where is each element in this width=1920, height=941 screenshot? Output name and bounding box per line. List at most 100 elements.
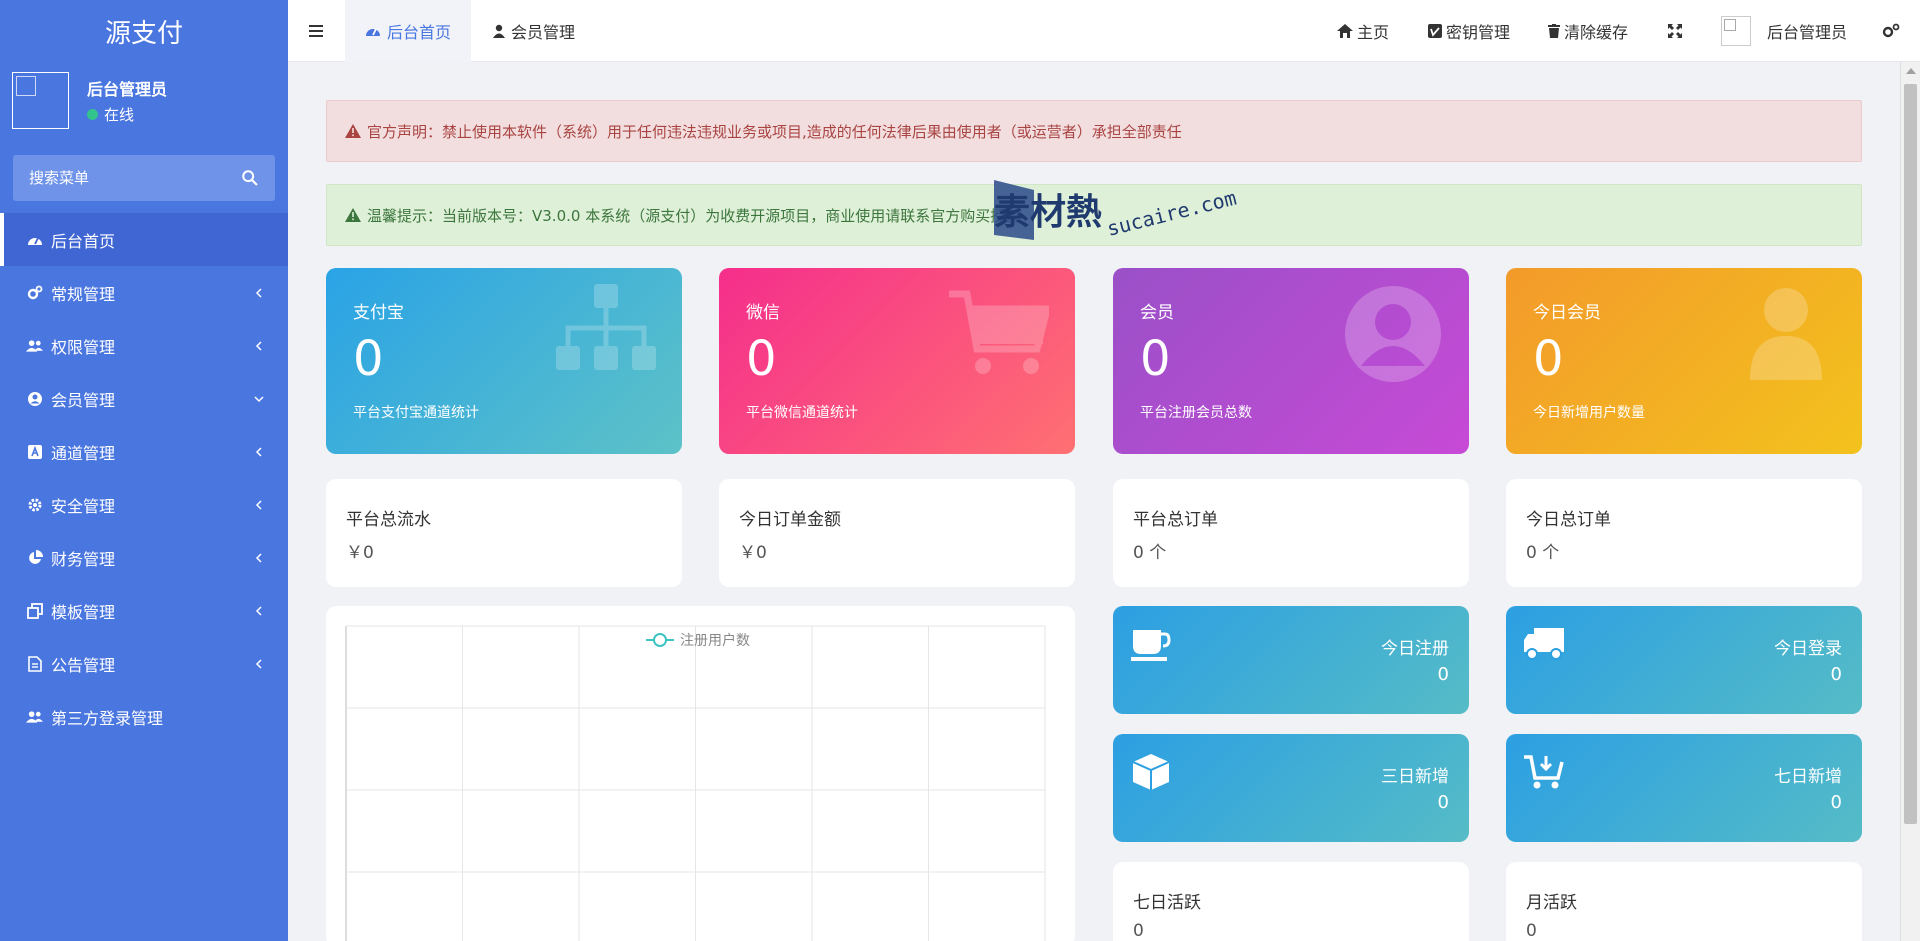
info-value: 0 [1133, 921, 1144, 941]
sidebar-item-third-party-login[interactable]: 第三方登录管理 [0, 690, 288, 743]
stat-desc: 今日新增用户数量 [1533, 404, 1645, 421]
mini-title: 今日注册 [1381, 639, 1449, 659]
user-icon [493, 24, 505, 38]
info-value: 0 [1526, 921, 1537, 941]
mini-card-today-login: 今日登录 0 [1506, 606, 1862, 714]
sidebar-item-label: 公告管理 [51, 655, 116, 675]
sidebar-item-channel[interactable]: 通道管理 [0, 425, 288, 478]
admin-user-menu[interactable]: 后台管理员 [1721, 0, 1847, 62]
sidebar-item-notice[interactable]: 公告管理 [0, 637, 288, 690]
sidebar-item-template[interactable]: 模板管理 [0, 584, 288, 637]
scrollbar[interactable] [1900, 62, 1920, 941]
sidebar-item-dashboard[interactable]: 后台首页 [0, 213, 288, 266]
sidebar-item-label: 财务管理 [51, 549, 116, 569]
dashboard-icon [26, 231, 43, 248]
stat-card-member: 会员 0 平台注册会员总数 [1113, 268, 1469, 454]
chevron-down-icon [254, 395, 264, 402]
watermark-subtext: sucaire.com [1104, 186, 1238, 241]
sidebar-item-label: 后台首页 [51, 231, 116, 251]
info-title: 月活跃 [1526, 893, 1577, 913]
users-icon [26, 337, 43, 354]
watermark-logo: 素材熱 sucaire.com [994, 180, 1239, 241]
mini-title: 七日新增 [1774, 767, 1842, 787]
sidebar-item-label: 会员管理 [51, 390, 116, 410]
sidebar-item-label: 第三方登录管理 [51, 708, 164, 728]
user-icon [1750, 288, 1822, 380]
fullscreen-button[interactable] [1668, 0, 1682, 62]
chevron-left-icon [255, 499, 262, 510]
coffee-icon [1131, 630, 1171, 661]
chart-grid [345, 625, 1046, 941]
mini-card-seven-day-new: 七日新增 0 [1506, 734, 1862, 842]
stat-desc: 平台支付宝通道统计 [353, 404, 479, 421]
avatar [12, 72, 69, 129]
mini-value: 0 [1437, 792, 1449, 813]
chevron-left-icon [255, 287, 262, 298]
stat-desc: 平台微信通道统计 [746, 404, 858, 421]
settings-button[interactable] [1882, 0, 1900, 62]
tab-member-management[interactable]: 会员管理 [473, 0, 595, 62]
info-card-total-flow: 平台总流水 ￥0 [326, 479, 682, 587]
key-management-link[interactable]: 密钥管理 [1428, 0, 1510, 62]
sidebar-menu: 后台首页 常规管理 权限管理 会员管理 通道管理 安全管理 财务管理 模板管理 … [0, 213, 288, 743]
sidebar-item-label: 常规管理 [51, 284, 116, 304]
home-link[interactable]: 主页 [1337, 0, 1389, 62]
sidebar-item-finance[interactable]: 财务管理 [0, 531, 288, 584]
clear-cache-link[interactable]: 清除缓存 [1548, 0, 1628, 62]
sidebar-toggle-button[interactable] [288, 0, 344, 62]
sidebar-search [13, 155, 275, 201]
dashboard-icon [366, 28, 380, 36]
sitemap-icon [556, 284, 656, 370]
search-menu-input[interactable] [29, 169, 241, 187]
stat-card-wechat: 微信 0 平台微信通道统计 [719, 268, 1075, 454]
info-value: ￥0 [346, 543, 374, 563]
admin-name: 后台管理员 [1767, 23, 1848, 42]
info-card-today-orders: 今日总订单 0 个 [1506, 479, 1862, 587]
watermark-text: 素材熱 [994, 192, 1102, 233]
info-card-total-orders: 平台总订单 0 个 [1113, 479, 1469, 587]
cogs-icon [1882, 23, 1900, 38]
cart-download-icon [1524, 755, 1564, 789]
mini-card-three-day-new: 三日新增 0 [1113, 734, 1469, 842]
chart-legend[interactable]: 注册用户数 [646, 632, 750, 649]
chart-card: 注册用户数 [326, 606, 1075, 941]
channel-icon [26, 443, 43, 460]
search-icon[interactable] [241, 169, 259, 187]
gear-icon [26, 496, 43, 513]
sidebar-item-security[interactable]: 安全管理 [0, 478, 288, 531]
user-panel: 后台管理员 在线 [12, 72, 276, 132]
fullscreen-icon [1668, 24, 1682, 38]
clear-cache-label: 清除缓存 [1564, 23, 1629, 42]
info-card-seven-day-active: 七日活跃 0 [1113, 862, 1469, 941]
mini-value: 0 [1830, 664, 1842, 685]
sidebar-item-member[interactable]: 会员管理 [0, 372, 288, 425]
brand-title: 源支付 [104, 18, 183, 49]
stat-desc: 平台注册会员总数 [1140, 404, 1252, 421]
alert-text: 温馨提示：当前版本号：V3.0.0 本系统（源支付）为收费开源项目，商业使用请联… [367, 206, 1021, 225]
sidebar: 源支付 后台管理员 在线 后台首页 常规管理 权限管理 会员管理 [0, 0, 288, 941]
legend-label: 注册用户数 [680, 632, 750, 649]
chevron-left-icon [255, 605, 262, 616]
clone-icon [26, 602, 43, 619]
mini-card-today-register: 今日注册 0 [1113, 606, 1469, 714]
stat-card-today-member: 今日会员 0 今日新增用户数量 [1506, 268, 1862, 454]
registration-line-chart: 注册用户数 [345, 625, 1046, 941]
sidebar-item-label: 模板管理 [51, 602, 116, 622]
info-title: 七日活跃 [1133, 893, 1201, 913]
tab-dashboard[interactable]: 后台首页 [345, 0, 472, 62]
main-content: 官方声明：禁止使用本软件（系统）用于任何违法违规业务或项目,造成的任何法律后果由… [288, 62, 1900, 941]
info-value: 0 个 [1526, 543, 1560, 563]
user-circle-icon [26, 390, 43, 407]
chevron-left-icon [255, 658, 262, 669]
sidebar-item-general[interactable]: 常规管理 [0, 266, 288, 319]
cube-icon [1132, 754, 1170, 790]
user-circle-icon [1345, 286, 1441, 382]
scroll-up-arrow-icon[interactable] [1906, 68, 1916, 74]
alert-disclaimer: 官方声明：禁止使用本软件（系统）用于任何违法违规业务或项目,造成的任何法律后果由… [326, 100, 1862, 162]
info-title: 平台总流水 [346, 510, 431, 530]
sidebar-item-permission[interactable]: 权限管理 [0, 319, 288, 372]
stat-card-alipay: 支付宝 0 平台支付宝通道统计 [326, 268, 682, 454]
key-management-label: 密钥管理 [1446, 23, 1511, 42]
scroll-thumb[interactable] [1904, 84, 1917, 824]
warning-icon [345, 208, 361, 222]
